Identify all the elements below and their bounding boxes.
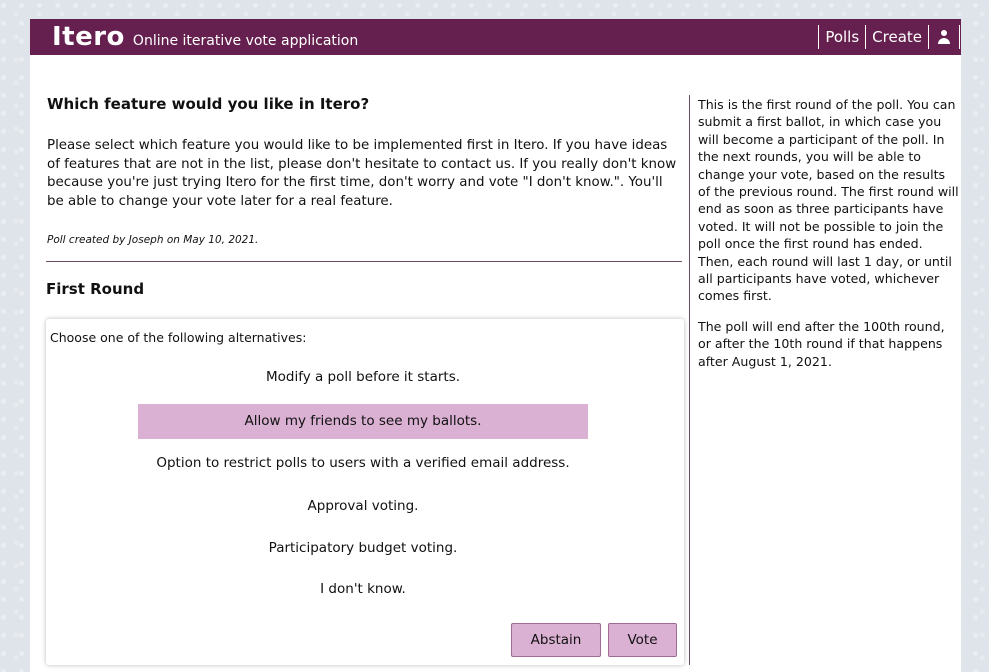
abstain-button[interactable]: Abstain bbox=[511, 623, 601, 657]
page-content: Which feature would you like in Itero? P… bbox=[30, 55, 961, 672]
round-info-paragraph: This is the first round of the poll. You… bbox=[698, 97, 959, 304]
round-info-sidebar: This is the first round of the poll. You… bbox=[698, 96, 960, 370]
ballot-prompt: Choose one of the following alternatives… bbox=[50, 330, 307, 345]
ballot-card: Choose one of the following alternatives… bbox=[46, 319, 684, 665]
poll-description: Please select which feature you would li… bbox=[47, 138, 677, 209]
top-navbar: Itero Online iterative vote application … bbox=[30, 19, 961, 55]
sidebar-divider bbox=[689, 95, 690, 665]
user-menu-button[interactable] bbox=[928, 25, 960, 49]
ballot-option[interactable]: Participatory budget voting. bbox=[138, 531, 588, 566]
ballot-option[interactable]: Approval voting. bbox=[138, 489, 588, 524]
app-logo[interactable]: Itero bbox=[52, 22, 125, 52]
poll-main: Which feature would you like in Itero? P… bbox=[46, 55, 684, 672]
poll-author-line: Poll created by Joseph on May 10, 2021. bbox=[47, 234, 259, 246]
poll-title: Which feature would you like in Itero? bbox=[47, 95, 370, 113]
vote-button[interactable]: Vote bbox=[608, 623, 677, 657]
nav-menu: Polls Create bbox=[818, 25, 960, 49]
round-title: First Round bbox=[46, 280, 145, 298]
nav-polls-link[interactable]: Polls bbox=[818, 25, 865, 49]
ballot-option[interactable]: Modify a poll before it starts. bbox=[138, 360, 588, 395]
round-info-paragraph: The poll will end after the 100th round,… bbox=[698, 318, 945, 369]
app-tagline: Online iterative vote application bbox=[132, 33, 359, 49]
ballot-option-selected[interactable]: Allow my friends to see my ballots. bbox=[138, 404, 588, 439]
nav-create-link[interactable]: Create bbox=[865, 25, 928, 49]
section-divider bbox=[46, 261, 682, 262]
ballot-option[interactable]: Option to restrict polls to users with a… bbox=[138, 446, 588, 481]
user-icon bbox=[936, 29, 952, 45]
ballot-option[interactable]: I don't know. bbox=[138, 572, 588, 607]
